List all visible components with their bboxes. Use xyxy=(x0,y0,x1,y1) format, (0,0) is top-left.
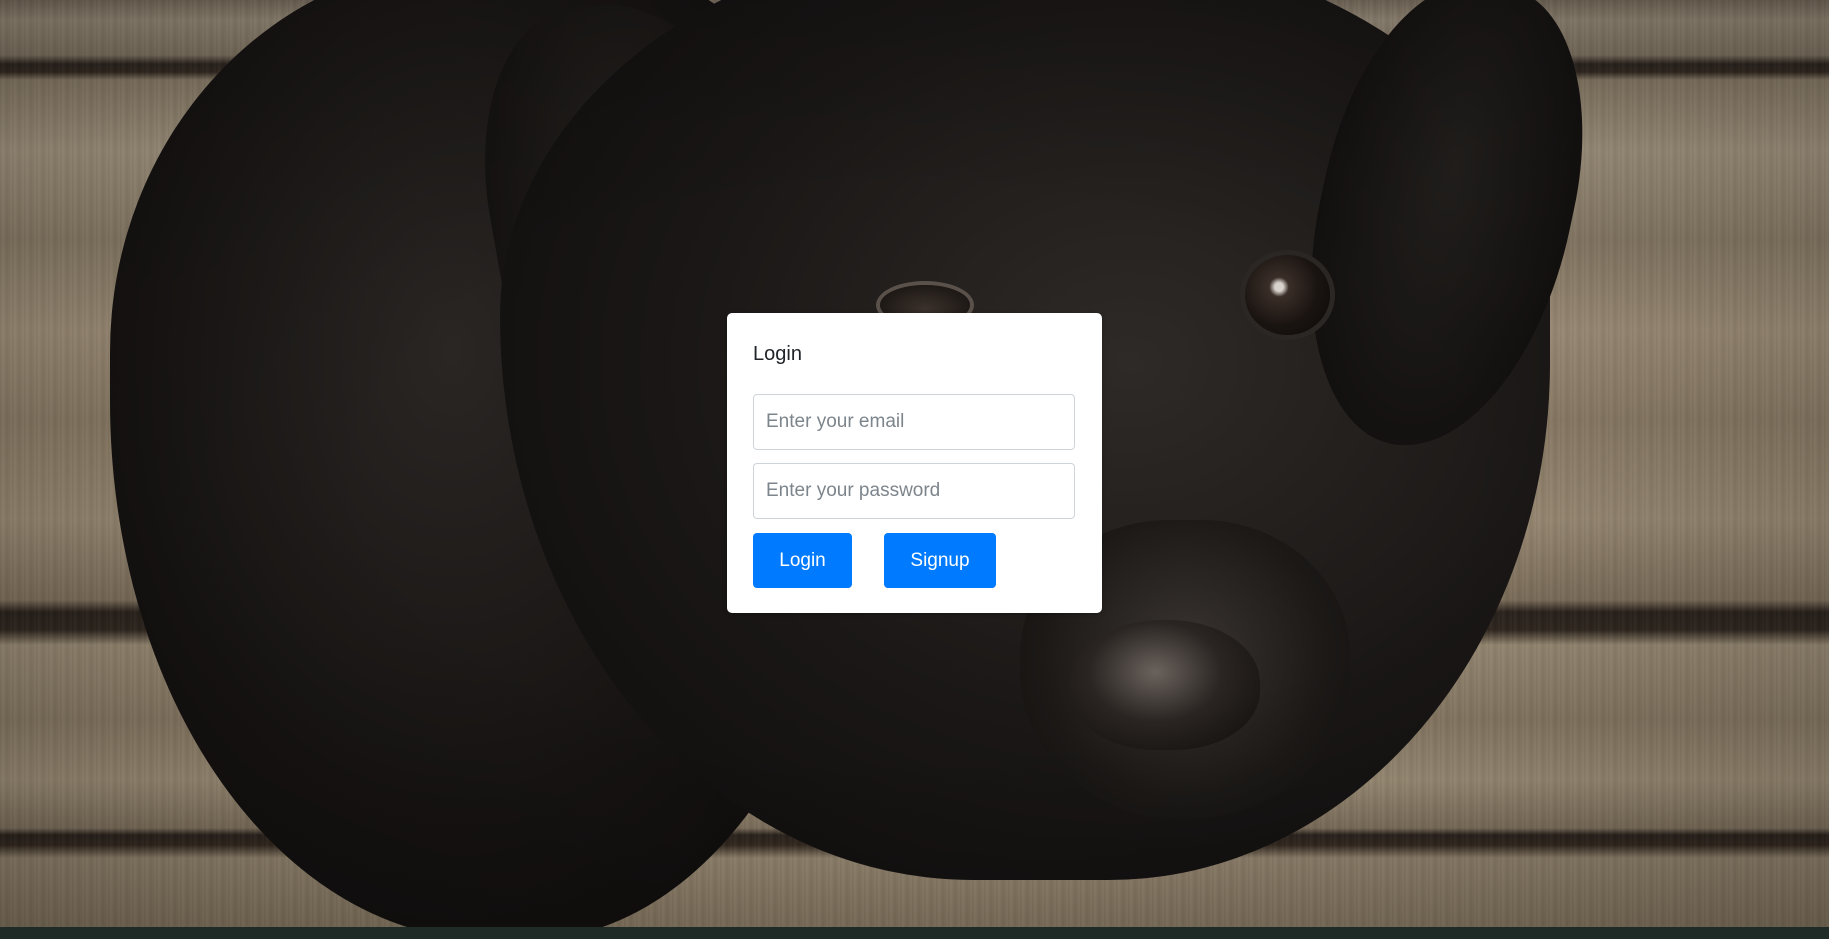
login-button[interactable]: Login xyxy=(753,533,852,588)
login-page: Login Login Signup xyxy=(0,0,1829,939)
bottom-strip xyxy=(0,927,1829,939)
login-card-title: Login xyxy=(753,343,802,365)
password-field[interactable] xyxy=(753,463,1075,519)
email-field[interactable] xyxy=(753,394,1075,450)
signup-button[interactable]: Signup xyxy=(884,533,996,588)
login-card: Login Login Signup xyxy=(727,313,1102,613)
